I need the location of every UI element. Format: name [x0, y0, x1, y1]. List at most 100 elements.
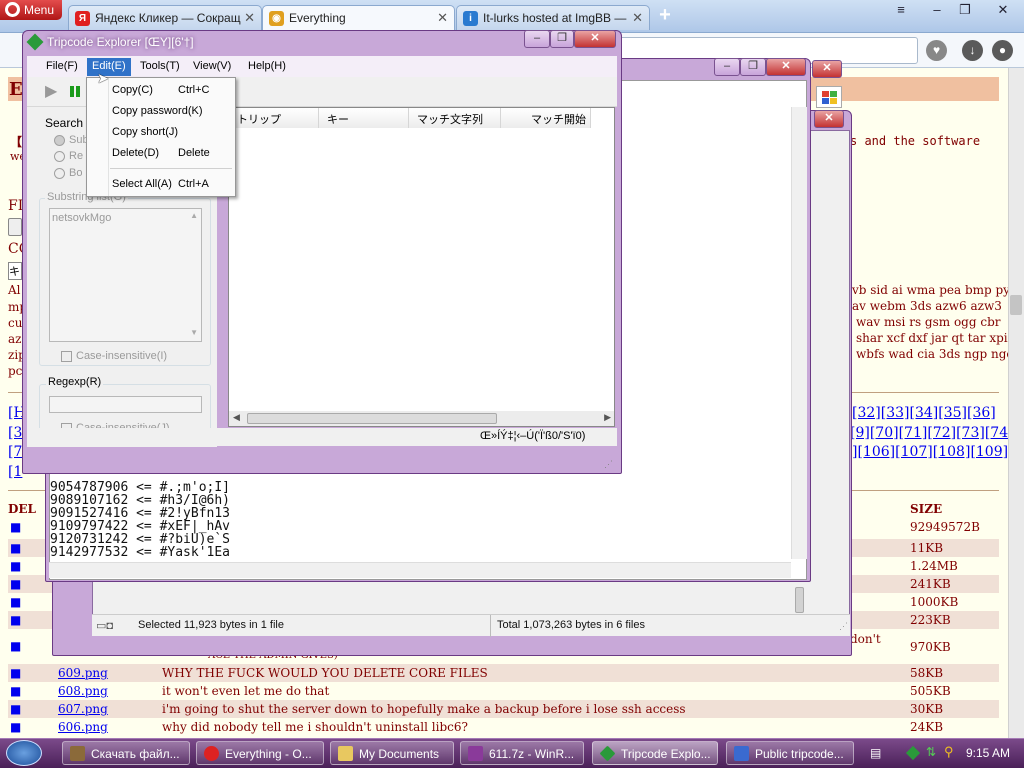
scroll-thumb[interactable] [247, 413, 497, 424]
pager-link[interactable]: [109] [970, 444, 1008, 460]
delete-checkbox-icon[interactable]: ■ [10, 720, 21, 734]
column-header-match-string[interactable]: マッチ文字列 [409, 108, 501, 128]
download-arrow-icon[interactable]: ↓ [962, 40, 983, 61]
delete-checkbox-icon[interactable]: ■ [10, 520, 21, 534]
results-list[interactable] [228, 107, 615, 427]
substring-list-box[interactable]: netsovkMgo ▲ ▼ [49, 208, 202, 342]
pager-link[interactable]: [7 [8, 444, 22, 460]
search-mode-radio[interactable] [54, 135, 65, 146]
column-header-key[interactable]: キー [319, 108, 409, 128]
column-header-trip[interactable]: トリップ [229, 108, 319, 128]
regexp-input[interactable] [49, 396, 202, 413]
results-horizontal-scrollbar[interactable]: ◀ ▶ [229, 411, 614, 426]
menu-view[interactable]: View(V) [188, 58, 236, 76]
close-window-icon[interactable]: ✕ [990, 2, 1016, 20]
pager-link[interactable]: [107] [895, 444, 933, 460]
console-vertical-scrollbar[interactable] [791, 107, 807, 613]
minimize-icon[interactable]: – [714, 58, 740, 76]
task-public-tripcode[interactable]: Public tripcode... [726, 741, 854, 765]
console-horizontal-scrollbar[interactable] [49, 562, 791, 578]
resize-grip-icon[interactable]: ⋰ [604, 459, 613, 470]
pager-link[interactable]: [106] [857, 444, 895, 460]
menu-help[interactable]: Help(H) [243, 58, 291, 76]
search-mode-radio[interactable] [54, 151, 65, 162]
delete-checkbox-icon[interactable]: ■ [10, 559, 21, 573]
restore-icon[interactable]: ❐ [740, 58, 766, 76]
pager-link[interactable]: [9] [850, 425, 870, 441]
pager-link[interactable]: [32] [852, 405, 881, 421]
account-icon[interactable]: ● [992, 40, 1013, 61]
delete-checkbox-icon[interactable]: ■ [10, 595, 21, 609]
task-download[interactable]: Скачать файл... [62, 741, 190, 765]
close-icon[interactable]: ✕ [814, 110, 844, 128]
menu-item-copy-short[interactable]: Copy short(J) [112, 126, 178, 138]
delete-checkbox-icon[interactable]: ■ [10, 639, 21, 653]
pager-link[interactable]: [70] [870, 425, 899, 441]
scroll-right-icon[interactable]: ▶ [604, 412, 611, 423]
search-mode-radio[interactable] [54, 168, 65, 179]
close-icon[interactable]: ✕ [632, 10, 643, 26]
file-link[interactable]: 606.png [58, 720, 108, 734]
menu-item-copy-password[interactable]: Copy password(K) [112, 105, 202, 117]
scroll-left-icon[interactable]: ◀ [233, 412, 240, 423]
page-input[interactable]: キ [8, 262, 22, 280]
delete-checkbox-icon[interactable]: ■ [10, 702, 21, 716]
keyboard-icon[interactable]: ▤ [870, 746, 881, 760]
task-opera[interactable]: Everything - O... [196, 741, 324, 765]
pager-link[interactable]: [34] [910, 405, 939, 421]
tray-network-icon[interactable]: ⇅ [926, 745, 936, 759]
restore-icon[interactable]: ❐ [952, 2, 978, 20]
menu-item-delete[interactable]: Delete(D) [112, 147, 159, 159]
minimize-icon[interactable]: – [924, 2, 950, 20]
scroll-thumb[interactable] [795, 587, 804, 613]
scroll-down-icon[interactable]: ▼ [190, 328, 198, 337]
close-icon[interactable]: ✕ [766, 58, 806, 76]
pager-link[interactable]: [72] [927, 425, 956, 441]
page-scrollbar[interactable] [1008, 68, 1024, 738]
task-tripcode-explorer[interactable]: Tripcode Explo... [592, 741, 718, 765]
menu-item-copy[interactable]: Copy(C) [112, 84, 153, 96]
case-insensitive-checkbox[interactable] [61, 351, 72, 362]
file-link[interactable]: 607.png [58, 702, 108, 716]
column-header-match-start[interactable]: マッチ開始 [501, 108, 591, 128]
pager-link[interactable]: [108] [933, 444, 971, 460]
play-icon[interactable]: ▶ [45, 81, 57, 101]
pager-link[interactable]: [73] [956, 425, 985, 441]
delete-checkbox-icon[interactable]: ■ [10, 613, 21, 627]
tab-menu-icon[interactable]: ≡ [888, 2, 914, 20]
pager-link[interactable]: [35] [938, 405, 967, 421]
pager-link[interactable]: [71] [899, 425, 928, 441]
minimize-icon[interactable]: – [524, 30, 550, 48]
tab-imgbb[interactable]: i It-lurks hosted at ImgBB — ✕ [456, 5, 650, 30]
close-icon[interactable]: ✕ [437, 10, 448, 26]
tray-search-icon[interactable]: ⚲ [944, 744, 954, 760]
file-link[interactable]: 608.png [58, 684, 108, 698]
restore-icon[interactable]: ❐ [550, 30, 574, 48]
delete-checkbox-icon[interactable]: ■ [10, 541, 21, 555]
opera-menu-button[interactable]: Menu [0, 0, 62, 20]
page-scrollbar-thumb[interactable] [1010, 295, 1022, 315]
menu-tools[interactable]: Tools(T) [135, 58, 185, 76]
pause-icon[interactable] [70, 86, 74, 97]
pager-link[interactable]: [36] [967, 405, 996, 421]
file-link[interactable]: 609.png [58, 666, 108, 680]
pager-link[interactable]: [33] [881, 405, 910, 421]
scroll-up-icon[interactable]: ▲ [190, 211, 198, 220]
close-icon[interactable]: ✕ [812, 60, 842, 78]
new-tab-plus-icon[interactable]: + [655, 5, 675, 26]
task-winrar[interactable]: 611.7z - WinR... [460, 741, 584, 765]
page-button[interactable] [8, 218, 22, 236]
tab-everything[interactable]: ◉ Everything ✕ [262, 5, 455, 30]
delete-checkbox-icon[interactable]: ■ [10, 666, 21, 680]
start-button-windows-icon[interactable] [6, 740, 42, 766]
task-my-documents[interactable]: My Documents [330, 741, 454, 765]
delete-checkbox-icon[interactable]: ■ [10, 684, 21, 698]
pager-link[interactable]: [1 [8, 464, 22, 480]
menu-item-select-all[interactable]: Select All(A) [112, 178, 172, 190]
resize-grip-icon[interactable]: ⋰ [839, 621, 848, 632]
close-icon[interactable]: ✕ [244, 10, 255, 26]
tab-yandex[interactable]: Я Яндекс Кликер — Сокращ ✕ [68, 5, 262, 30]
delete-checkbox-icon[interactable]: ■ [10, 577, 21, 591]
close-icon[interactable]: ✕ [574, 30, 616, 48]
heart-icon[interactable]: ♥ [926, 40, 947, 61]
